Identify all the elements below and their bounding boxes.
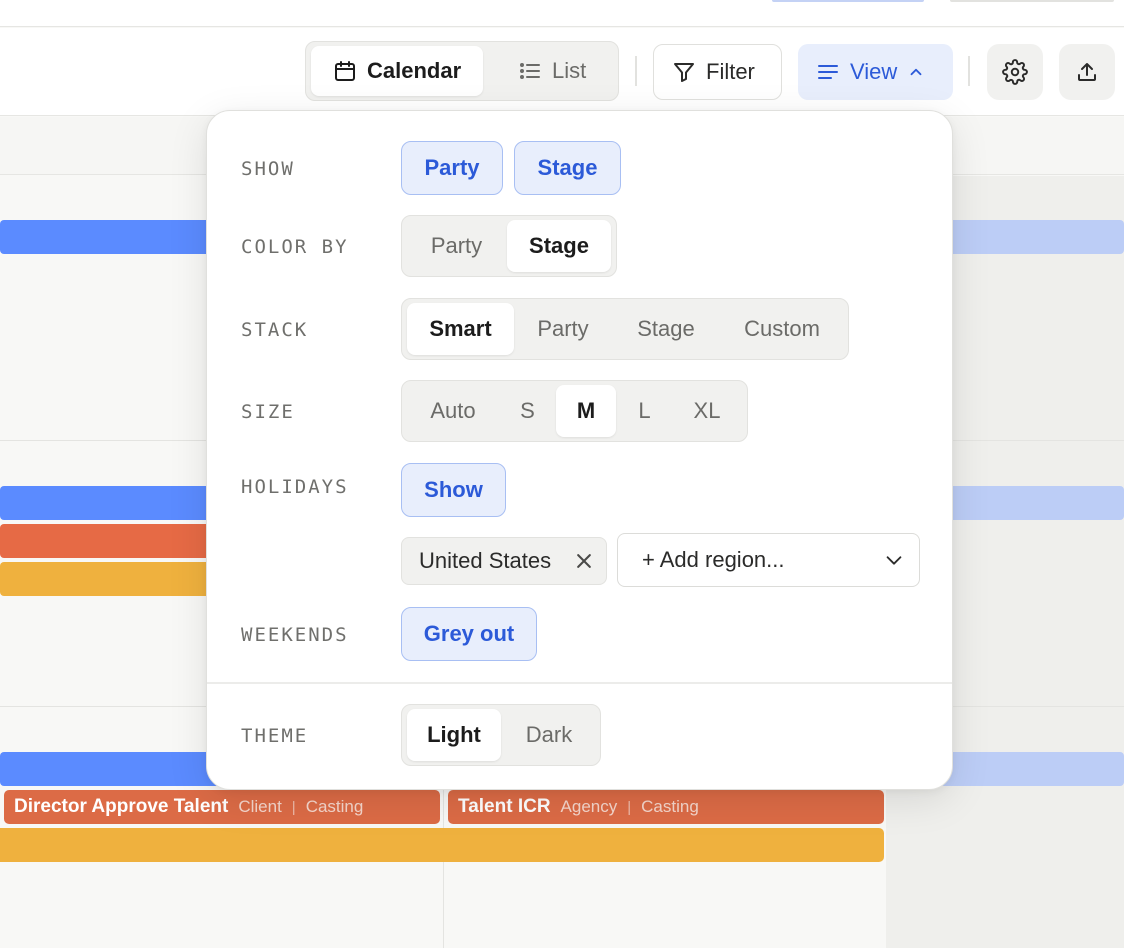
theme-label: THEME: [241, 725, 309, 747]
filter-icon: [672, 60, 696, 84]
add-region-placeholder: + Add region...: [642, 547, 785, 572]
color-by-label: COLOR BY: [241, 236, 349, 258]
show-stage-chip[interactable]: Stage: [514, 141, 621, 195]
event-title: Talent ICR: [458, 796, 551, 817]
event-stage: Casting: [305, 797, 364, 816]
event-bar[interactable]: [940, 220, 1124, 254]
toolbar: Calendar List Filter View: [0, 28, 1124, 116]
event-party: Client: [238, 797, 282, 816]
region-tag: United States: [401, 537, 607, 585]
region-tag-label: United States: [419, 548, 552, 573]
event-bar[interactable]: [0, 220, 220, 254]
chevron-up-icon: [907, 63, 925, 81]
event-bar[interactable]: [0, 524, 220, 558]
event-bar[interactable]: [940, 486, 1124, 520]
color-by-stage[interactable]: Stage: [507, 220, 611, 272]
stack-stage[interactable]: Stage: [612, 303, 720, 355]
event-chip[interactable]: Director Approve Talent Client | Casting: [4, 790, 440, 824]
stack-toggle: Smart Party Stage Custom: [401, 298, 849, 360]
settings-button[interactable]: [987, 44, 1043, 100]
stack-custom[interactable]: Custom: [721, 303, 843, 355]
top-strip: [0, 0, 1124, 27]
list-tab[interactable]: List: [496, 46, 608, 96]
event-party: Agency: [560, 797, 618, 816]
list-icon: [518, 59, 542, 83]
stack-party[interactable]: Party: [515, 303, 611, 355]
view-mode-toggle: Calendar List: [305, 41, 619, 101]
list-tab-label: List: [552, 58, 587, 83]
size-auto[interactable]: Auto: [406, 385, 500, 437]
view-button-label: View: [850, 59, 898, 84]
calendar-icon: [333, 59, 357, 83]
size-label: SIZE: [241, 401, 295, 423]
event-bar[interactable]: [0, 562, 220, 596]
event-bar[interactable]: [0, 752, 220, 786]
upload-icon: [1075, 60, 1099, 84]
show-party-chip[interactable]: Party: [401, 141, 503, 195]
stack-smart[interactable]: Smart: [407, 303, 514, 355]
size-m[interactable]: M: [556, 385, 616, 437]
weekends-grey-out-chip[interactable]: Grey out: [401, 607, 537, 661]
holidays-label: HOLIDAYS: [241, 476, 349, 498]
event-title: Director Approve Talent: [14, 796, 229, 817]
top-peek-button: [772, 0, 924, 2]
export-button[interactable]: [1059, 44, 1115, 100]
size-s[interactable]: S: [500, 385, 555, 437]
weekends-label: WEEKENDS: [241, 624, 349, 646]
color-by-party[interactable]: Party: [406, 220, 507, 272]
filter-button[interactable]: Filter: [653, 44, 782, 100]
toolbar-divider: [635, 56, 637, 86]
holidays-show-chip[interactable]: Show: [401, 463, 506, 517]
stack-label: STACK: [241, 319, 309, 341]
event-bar[interactable]: [0, 828, 884, 862]
event-chip[interactable]: Talent ICR Agency | Casting: [448, 790, 884, 824]
size-l[interactable]: L: [617, 385, 672, 437]
filter-button-label: Filter: [706, 59, 755, 84]
view-button[interactable]: View: [798, 44, 953, 100]
top-peek-button: [950, 0, 1114, 2]
show-label: SHOW: [241, 158, 295, 180]
chevron-down-icon: [883, 549, 905, 571]
lines-icon: [816, 60, 840, 84]
event-bar[interactable]: [0, 486, 220, 520]
theme-dark[interactable]: Dark: [502, 709, 596, 761]
size-toggle: Auto S M L XL: [401, 380, 748, 442]
add-region-select[interactable]: + Add region...: [617, 533, 920, 587]
gear-icon: [1002, 59, 1028, 85]
color-by-toggle: Party Stage: [401, 215, 617, 277]
view-options-popover: SHOW Party Stage COLOR BY Party Stage ST…: [206, 110, 953, 790]
event-bar[interactable]: [940, 752, 1124, 786]
calendar-tab-label: Calendar: [367, 58, 462, 83]
event-separator: |: [291, 798, 296, 816]
event-stage: Casting: [641, 797, 699, 816]
calendar-tab[interactable]: Calendar: [311, 46, 484, 96]
close-icon[interactable]: [574, 551, 594, 571]
size-xl[interactable]: XL: [672, 385, 742, 437]
theme-toggle: Light Dark: [401, 704, 601, 766]
event-separator: |: [627, 798, 632, 816]
theme-light[interactable]: Light: [407, 709, 501, 761]
toolbar-divider: [968, 56, 970, 86]
popover-divider: [207, 682, 952, 684]
